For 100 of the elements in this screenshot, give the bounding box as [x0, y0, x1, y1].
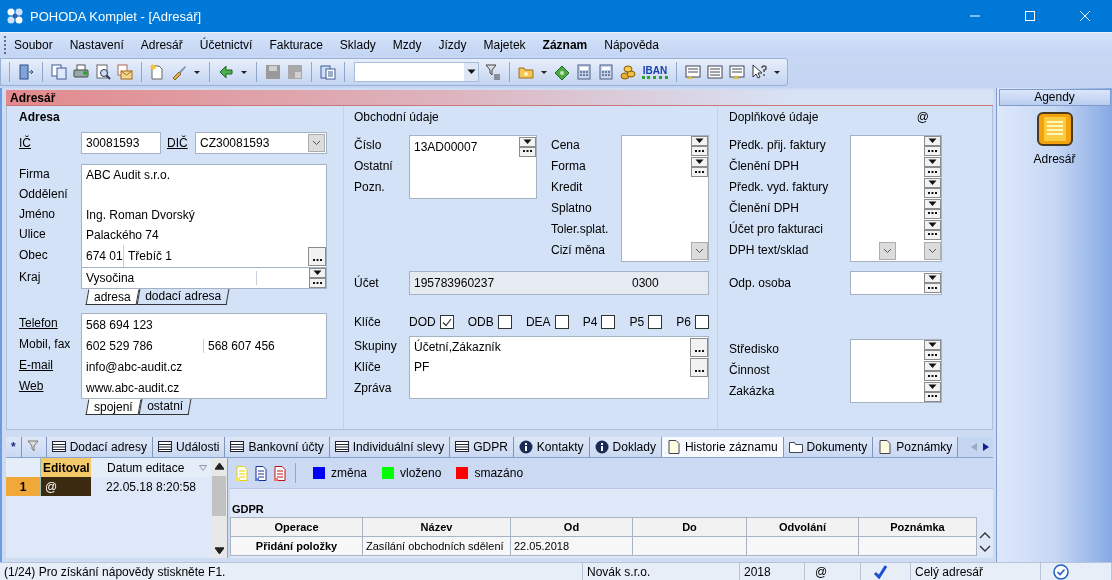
column-header[interactable]: Do — [632, 517, 747, 537]
list-down-icon[interactable] — [685, 64, 702, 80]
chevron-down-icon[interactable] — [978, 545, 991, 552]
close-button[interactable] — [1078, 11, 1091, 21]
dic-field[interactable]: CZ30081593 — [195, 132, 327, 154]
search-combo-field[interactable] — [354, 62, 480, 82]
tab[interactable]: Individuální slevy — [329, 437, 451, 457]
address-book-icon[interactable] — [1036, 112, 1073, 146]
help-pointer-icon[interactable] — [751, 64, 768, 80]
scroll-right-icon[interactable] — [983, 443, 989, 451]
column-header[interactable]: Název — [362, 517, 511, 537]
caret-icon[interactable] — [240, 68, 249, 76]
ellipsis-button[interactable] — [691, 167, 708, 178]
ellipsis-button[interactable] — [924, 146, 941, 157]
checkbox[interactable] — [695, 315, 709, 329]
menu-item[interactable]: Fakturace — [261, 37, 332, 52]
new-document-icon[interactable] — [149, 64, 166, 80]
ellipsis-button[interactable] — [308, 246, 326, 266]
tab[interactable]: Historie záznamu — [661, 437, 784, 457]
document-icon[interactable] — [274, 465, 286, 481]
ellipsis-button[interactable] — [924, 371, 941, 381]
ellipsis-button[interactable] — [690, 358, 708, 377]
printer-icon[interactable] — [72, 64, 89, 80]
dropdown-button[interactable] — [924, 136, 941, 147]
menu-item[interactable]: Soubor — [14, 37, 62, 52]
dropdown-button[interactable] — [924, 157, 941, 168]
tab[interactable]: Bankovní účty — [225, 437, 330, 457]
ic-field[interactable]: 30081593 — [81, 132, 161, 154]
checkbox[interactable] — [554, 315, 569, 329]
agenda-label[interactable]: Adresář — [1033, 152, 1076, 166]
tab[interactable]: Události — [153, 437, 226, 457]
column-header[interactable]: Poznámka — [858, 517, 977, 537]
dropdown-button[interactable] — [924, 340, 941, 351]
person-field[interactable] — [850, 271, 942, 295]
dropdown-button[interactable] — [924, 361, 941, 371]
caret-icon[interactable] — [539, 68, 548, 76]
dropdown-button[interactable] — [924, 178, 941, 189]
ellipsis-button[interactable] — [924, 188, 941, 199]
envelope-icon[interactable] — [116, 64, 133, 80]
scrollbar-thumb[interactable] — [212, 476, 226, 516]
tab[interactable]: * — [6, 437, 22, 457]
menu-item[interactable]: Sklady — [331, 37, 385, 52]
dropdown-button[interactable] — [924, 219, 941, 230]
sub-tab[interactable]: ostatní — [138, 399, 192, 415]
ellipsis-button[interactable] — [924, 208, 941, 219]
dropdown-button[interactable] — [924, 273, 941, 283]
menu-item[interactable]: Adresář — [132, 37, 192, 52]
combo-arrow-button[interactable] — [308, 134, 325, 152]
ellipsis-button[interactable] — [519, 146, 536, 157]
dropdown-button[interactable] — [924, 198, 941, 209]
calculator-icon[interactable] — [597, 64, 614, 80]
tab[interactable]: Dodací adresy — [46, 437, 154, 457]
column-header[interactable]: Odvolání — [746, 517, 859, 537]
ellipsis-button[interactable] — [924, 350, 941, 361]
checkbox[interactable] — [601, 315, 616, 329]
menu-item[interactable]: Nápověda — [596, 37, 668, 52]
menu-item[interactable]: Nastavení — [61, 37, 133, 52]
document-icon[interactable] — [255, 465, 267, 481]
caret-icon[interactable] — [773, 68, 782, 76]
checkbox[interactable] — [497, 315, 512, 329]
account-field[interactable]: 195783960237 0300 — [409, 271, 709, 295]
sub-tab[interactable]: adresa — [85, 289, 140, 305]
sub-tab[interactable]: spojení — [85, 399, 142, 415]
checkbox[interactable] — [648, 315, 663, 329]
filter-icon[interactable] — [485, 64, 502, 80]
column-header[interactable]: Operace — [230, 517, 363, 537]
clipboard-icon[interactable] — [319, 64, 336, 80]
scroll-up-icon[interactable] — [214, 462, 224, 470]
ellipsis-button[interactable] — [924, 391, 941, 402]
copy-icon[interactable] — [50, 64, 67, 80]
tab[interactable]: GDPR — [450, 437, 514, 457]
brush-icon[interactable] — [171, 64, 188, 80]
folder-icon[interactable] — [517, 64, 534, 80]
column-header[interactable]: Editoval — [41, 458, 91, 477]
panel-header[interactable]: Agendy — [998, 89, 1111, 106]
scroll-down-icon[interactable] — [214, 546, 224, 554]
calculator-icon[interactable] — [575, 64, 592, 80]
menu-item[interactable]: Jízdy — [430, 37, 476, 52]
list-icon[interactable] — [707, 64, 724, 80]
tab[interactable]: Dokumenty — [783, 437, 874, 457]
menu-item[interactable]: Záznam — [534, 37, 597, 52]
ellipsis-button[interactable] — [924, 229, 941, 240]
dropdown-button[interactable] — [691, 136, 708, 147]
ellipsis-button[interactable] — [924, 167, 941, 178]
ellipsis-button[interactable] — [690, 337, 708, 357]
menu-item[interactable]: Mzdy — [384, 37, 431, 52]
dropdown-button[interactable] — [519, 136, 536, 147]
checkbox[interactable] — [439, 315, 454, 329]
ellipsis-button[interactable] — [691, 146, 708, 157]
list-up-icon[interactable] — [729, 64, 746, 80]
column-header[interactable]: Datum editace — [91, 458, 211, 477]
ellipsis-button[interactable] — [309, 278, 326, 288]
tab[interactable]: Poznámky — [873, 437, 959, 457]
tab[interactable]: Kontakty — [513, 437, 590, 457]
chevron-up-icon[interactable] — [978, 532, 991, 539]
menu-item[interactable]: Účetnictví — [191, 37, 262, 52]
ellipsis-button[interactable] — [924, 283, 941, 293]
combo-arrow-button[interactable] — [691, 241, 708, 260]
dropdown-button[interactable] — [691, 157, 708, 168]
tab[interactable]: Doklady — [589, 437, 662, 457]
